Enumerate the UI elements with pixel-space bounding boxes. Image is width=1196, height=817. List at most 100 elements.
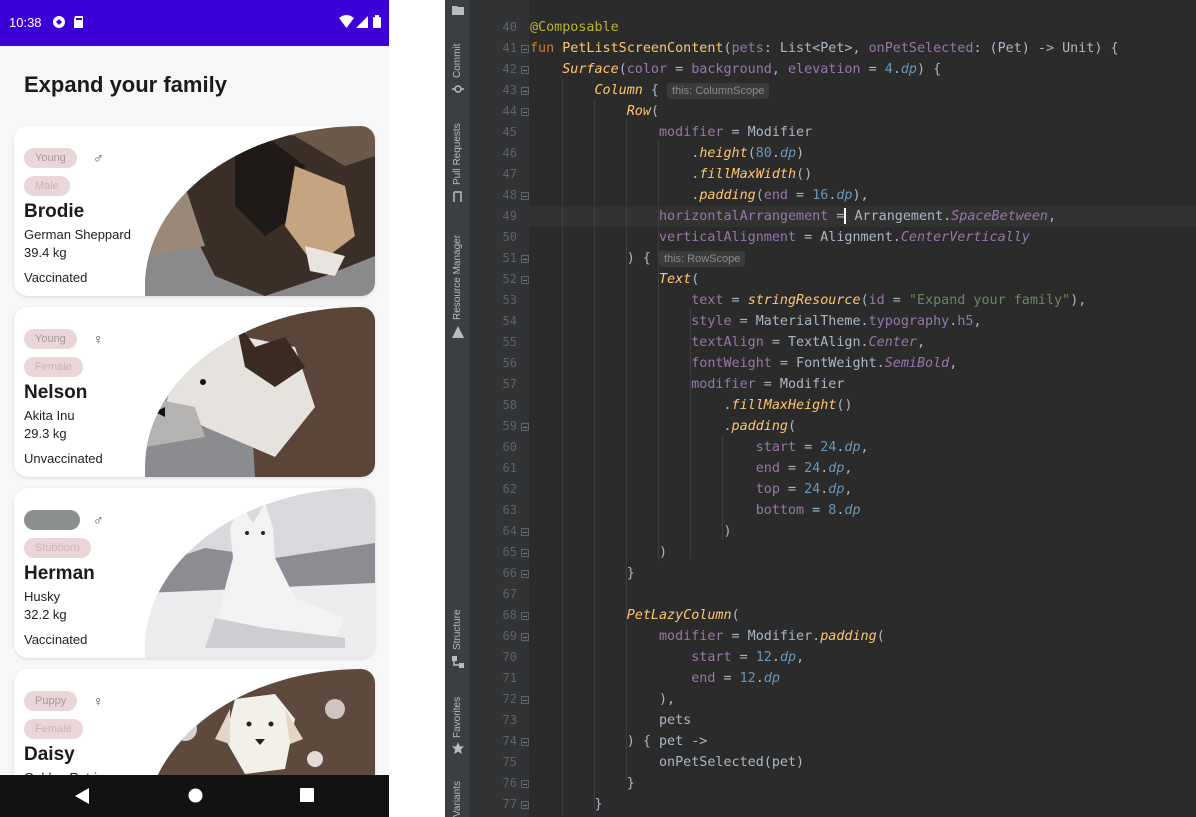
line-number: 49 xyxy=(502,209,517,223)
fold-marker[interactable] xyxy=(521,801,529,809)
code-line-56: fontWeight = FontWeight.SemiBold, xyxy=(691,356,958,371)
pet-photo xyxy=(145,126,375,296)
fold-marker[interactable] xyxy=(521,192,529,200)
fold-marker[interactable] xyxy=(521,45,529,53)
fold-marker[interactable] xyxy=(521,549,529,557)
code-line-40: @Composable xyxy=(530,20,619,35)
fold-marker[interactable] xyxy=(521,570,529,578)
line-number: 76 xyxy=(502,776,517,790)
code-line-47: .fillMaxWidth() xyxy=(530,167,813,182)
gender-chip: Female xyxy=(24,357,83,377)
line-number: 61 xyxy=(502,461,517,475)
fold-marker[interactable] xyxy=(521,276,529,284)
age-chip: Young xyxy=(24,329,77,349)
code-line-60: start = 24.dp, xyxy=(755,440,869,455)
age-chip xyxy=(24,510,80,530)
code-line-46: .height(80.dp) xyxy=(530,146,805,161)
pet-breed: Akita Inu xyxy=(24,408,75,423)
line-number: 68 xyxy=(502,608,517,622)
status-bar: 10:38 xyxy=(0,0,389,46)
line-number: 63 xyxy=(502,503,517,517)
tool-tab-commit[interactable]: Commit xyxy=(445,30,471,100)
code-line-52: Text( xyxy=(659,272,700,287)
line-number: 65 xyxy=(502,545,517,559)
line-number: 50 xyxy=(502,230,517,244)
code-line-75: onPetSelected(pet) xyxy=(530,755,805,770)
fold-marker[interactable] xyxy=(521,612,529,620)
line-number: 55 xyxy=(502,335,517,349)
code-line-68: PetLazyColumn( xyxy=(626,608,740,623)
tool-tab-label: Structure xyxy=(452,609,463,650)
male-icon: ♂ xyxy=(93,512,104,528)
code-line-48: .padding(end = 16.dp), xyxy=(530,188,869,203)
line-number: 73 xyxy=(502,713,517,727)
pet-vaccination: Vaccinated xyxy=(24,632,88,647)
pet-card[interactable]: ♂ Stubborn Herman Husky 32.2 kg Vaccinat… xyxy=(14,488,375,658)
fold-marker[interactable] xyxy=(521,696,529,704)
fold-marker[interactable] xyxy=(521,255,529,263)
sd-card-icon xyxy=(74,16,83,28)
fold-marker[interactable] xyxy=(521,738,529,746)
back-button-icon[interactable] xyxy=(75,788,90,804)
fold-marker[interactable] xyxy=(521,423,529,431)
code-line-62: top = 24.dp, xyxy=(755,482,853,497)
pet-name: Brodie xyxy=(24,201,85,222)
tool-tab-resource-manager[interactable]: Resource Manager xyxy=(445,215,471,340)
tool-tab-pull-requests[interactable]: Pull Requests xyxy=(445,105,471,205)
commit-icon xyxy=(452,85,464,93)
line-number: 42 xyxy=(502,62,517,76)
gender-chip: Male xyxy=(24,176,70,196)
code-line-61: end = 24.dp, xyxy=(755,461,853,476)
code-line-41: fun PetListScreenContent(pets: List<Pet>… xyxy=(530,41,1119,56)
pet-card[interactable]: Young ♂ Male Brodie German Sheppard 39.4… xyxy=(14,126,375,296)
female-icon: ♀ xyxy=(93,693,104,709)
text-caret xyxy=(844,208,847,224)
fold-marker[interactable] xyxy=(521,528,529,536)
cell-signal-icon xyxy=(356,16,368,28)
fold-marker[interactable] xyxy=(521,87,529,95)
fold-marker[interactable] xyxy=(521,780,529,788)
line-number: 54 xyxy=(502,314,517,328)
line-number: 56 xyxy=(502,356,517,370)
tool-tab-favorites[interactable]: Favorites xyxy=(445,690,471,760)
tool-tab-label: Pull Requests xyxy=(452,123,463,185)
tool-tab-build-variants[interactable]: Variants xyxy=(445,775,471,817)
tool-tab-label: Favorites xyxy=(452,696,463,738)
code-editor[interactable]: 40 41 42 43 44 45 46 47 48 49 50 51 52 53 54 55 56 57 58 59… xyxy=(471,0,1196,817)
pet-name: Nelson xyxy=(24,382,88,403)
pet-name: Daisy xyxy=(24,744,75,765)
code-line-57: modifier = Modifier xyxy=(691,377,845,392)
line-number: 74 xyxy=(502,734,517,748)
line-number: 52 xyxy=(502,272,517,286)
code-line-71: end = 12.dp xyxy=(691,671,780,686)
code-line-54: style = MaterialTheme.typography.h5, xyxy=(691,314,982,329)
code-line-49: horizontalArrangement = Arrangement.Spac… xyxy=(659,208,1057,224)
tool-tab-structure[interactable]: Structure xyxy=(445,600,471,670)
fold-marker[interactable] xyxy=(521,108,529,116)
fold-marker[interactable] xyxy=(521,633,529,641)
code-line-42: Surface(color = background, elevation = … xyxy=(562,62,942,77)
resource-icon xyxy=(452,326,464,338)
code-line-55: textAlign = TextAlign.Center, xyxy=(691,335,926,350)
tool-tab-project[interactable] xyxy=(445,0,471,20)
code-line-58: .fillMaxHeight() xyxy=(530,398,853,413)
pet-breed: German Sheppard xyxy=(24,227,131,242)
fold-marker[interactable] xyxy=(521,66,529,74)
recents-button-icon[interactable] xyxy=(300,788,314,802)
code-line-66: } xyxy=(530,566,635,581)
code-line-70: start = 12.dp, xyxy=(691,650,805,665)
home-button-icon[interactable] xyxy=(188,788,203,803)
battery-icon xyxy=(373,15,381,28)
pet-weight: 29.3 kg xyxy=(24,426,67,441)
line-number: 71 xyxy=(502,671,517,685)
pet-card[interactable]: Young ♀ Female Nelson Akita Inu 29.3 kg … xyxy=(14,307,375,477)
pull-request-icon xyxy=(453,191,462,202)
line-number: 41 xyxy=(502,41,517,55)
code-line-45: modifier = Modifier xyxy=(659,125,813,140)
code-line-69: modifier = Modifier.padding( xyxy=(659,629,885,644)
pet-photo xyxy=(145,307,375,477)
pet-vaccination: Unvaccinated xyxy=(24,451,103,466)
line-number: 47 xyxy=(502,167,517,181)
inlay-hint: this: RowScope xyxy=(658,251,746,267)
pet-weight: 39.4 kg xyxy=(24,245,67,260)
